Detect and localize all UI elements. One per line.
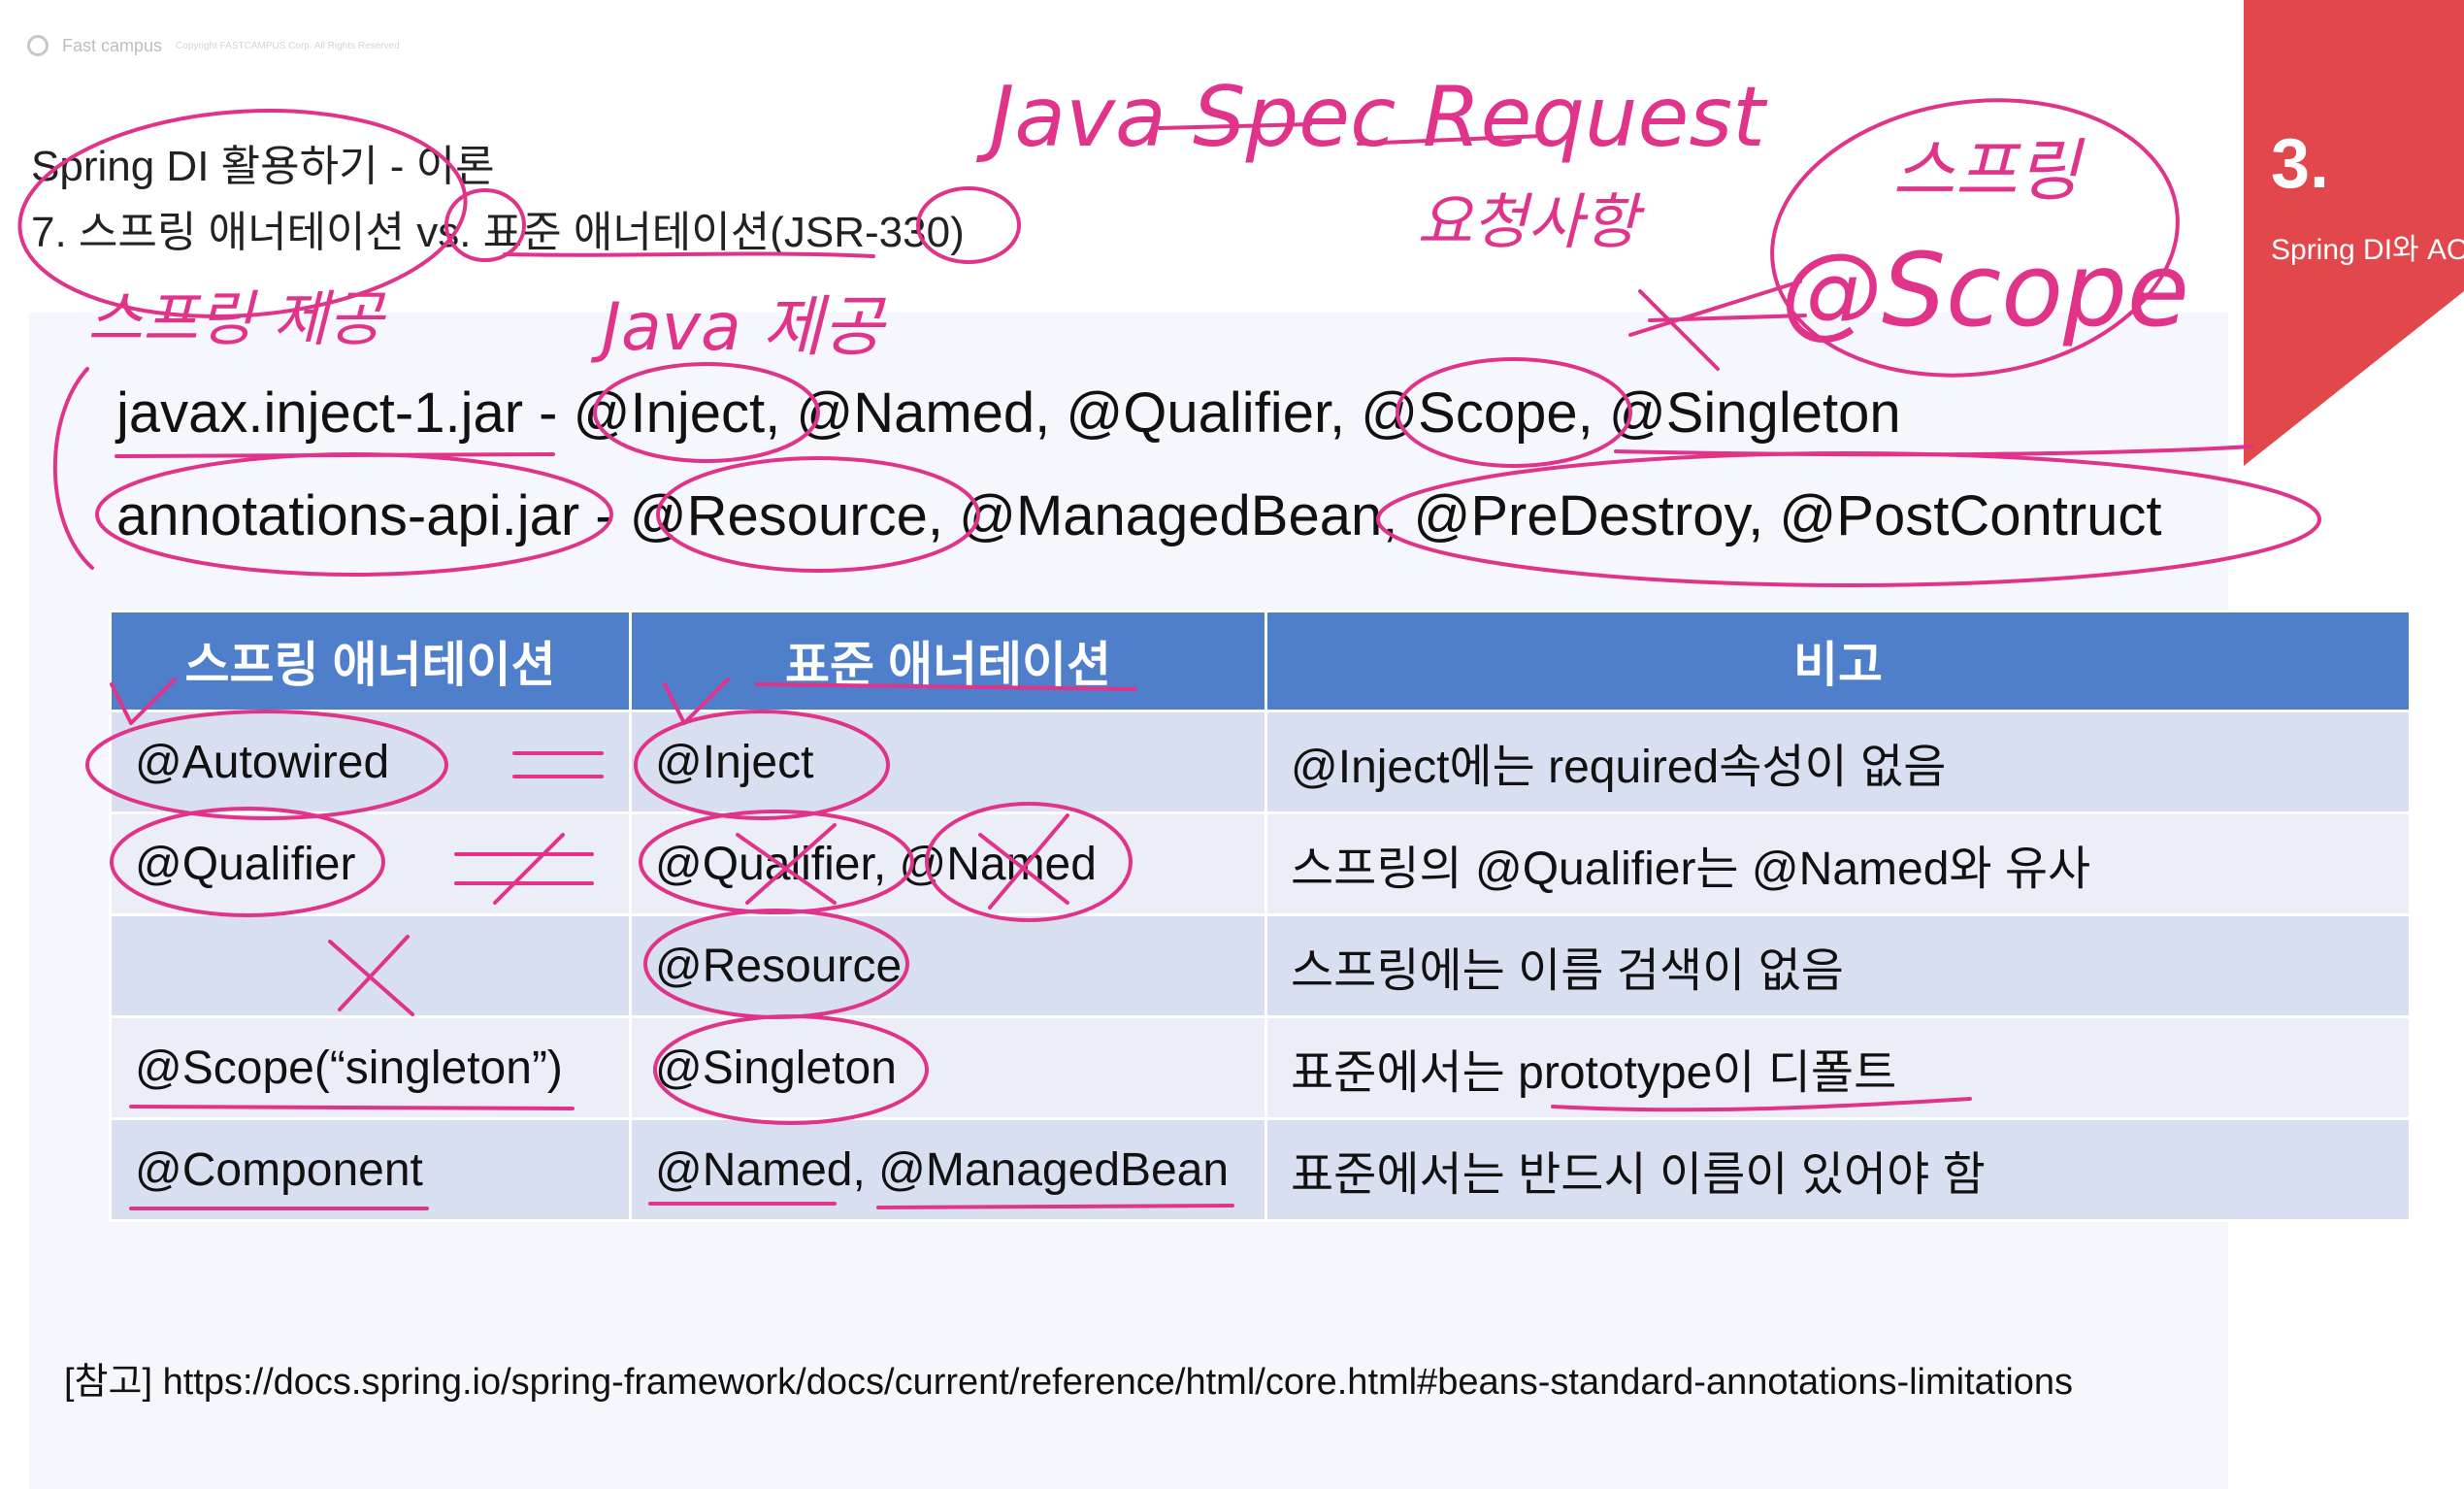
cell-remark: @Inject에는 required속성이 없음 — [1265, 710, 2412, 814]
cell-spring: @Component — [109, 1117, 632, 1222]
table-row: @Autowired @Inject @Inject에는 required속성이… — [109, 710, 2412, 814]
chapter-title: Spring DI와 AOP — [2271, 234, 2464, 266]
cell-spring: @Scope(“singleton”) — [109, 1015, 632, 1120]
slide-title: Spring DI 활용하기 - 이론 — [31, 143, 495, 190]
pen-underline-request — [1357, 134, 1545, 146]
fastcampus-logo-icon — [27, 35, 49, 56]
pen-underline-spec — [1158, 122, 1312, 130]
library-line-annotations-api: annotations-api.jar - @Resource, @Manage… — [116, 484, 2162, 547]
table-row: @Resource 스프링에는 이름 검색이 없음 — [109, 913, 2412, 1018]
table-row: @Component @Named, @ManagedBean 표준에서는 반드… — [109, 1117, 2412, 1222]
brand-logo: Fast campus Copyright FASTCAMPUS Corp. A… — [27, 35, 400, 56]
annotation-comparison-table: 스프링 애너테이션 표준 애너테이션 비고 @Autowired @Inject… — [109, 610, 2412, 1222]
cell-remark: 표준에서는 prototype이 디폴트 — [1265, 1015, 2412, 1120]
chapter-number: 3. — [2271, 125, 2330, 203]
cell-standard: @Singleton — [629, 1015, 1267, 1120]
cell-standard: @Inject — [629, 710, 1267, 814]
pen-text-java-spec-request: Java Spec Request — [975, 69, 1768, 166]
cell-remark: 표준에서는 반드시 이름이 있어야 함 — [1265, 1117, 2412, 1222]
pen-text-requirements: 요청사항 — [1417, 186, 1645, 257]
cell-remark: 스프링에는 이름 검색이 없음 — [1265, 913, 2412, 1018]
table-header-row: 스프링 애너테이션 표준 애너테이션 비고 — [109, 610, 2412, 712]
cell-remark: 스프링의 @Qualifier는 @Named와 유사 — [1265, 811, 2412, 916]
table-row: @Scope(“singleton”) @Singleton 표준에서는 pro… — [109, 1015, 2412, 1120]
cell-standard: @Qualifier, @Named — [629, 811, 1267, 916]
reference-link[interactable]: [참고] https://docs.spring.io/spring-frame… — [64, 1351, 2073, 1405]
table-row: @Qualifier @Qualifier, @Named 스프링의 @Qual… — [109, 811, 2412, 916]
cell-standard: @Named, @ManagedBean — [629, 1117, 1267, 1222]
cell-spring: @Autowired — [109, 710, 632, 814]
cell-spring — [109, 913, 632, 1018]
cell-standard: @Resource — [629, 913, 1267, 1018]
pen-text-spring-label: 스프링 — [1892, 131, 2086, 211]
header-standard-annotation: 표준 애너테이션 — [629, 610, 1267, 712]
slide-subtitle: 7. 스프링 애너테이션 vs. 표준 애너테이션(JSR-330) — [31, 209, 965, 256]
brand-name: Fast campus — [62, 35, 163, 55]
brand-copyright: Copyright FASTCAMPUS Corp. All Rights Re… — [176, 40, 400, 51]
library-line-inject: javax.inject-1.jar - @Inject, @Named, @Q… — [116, 381, 1901, 445]
header-remarks: 비고 — [1265, 610, 2412, 712]
cell-spring: @Qualifier — [109, 811, 632, 916]
header-spring-annotation: 스프링 애너테이션 — [109, 610, 632, 712]
